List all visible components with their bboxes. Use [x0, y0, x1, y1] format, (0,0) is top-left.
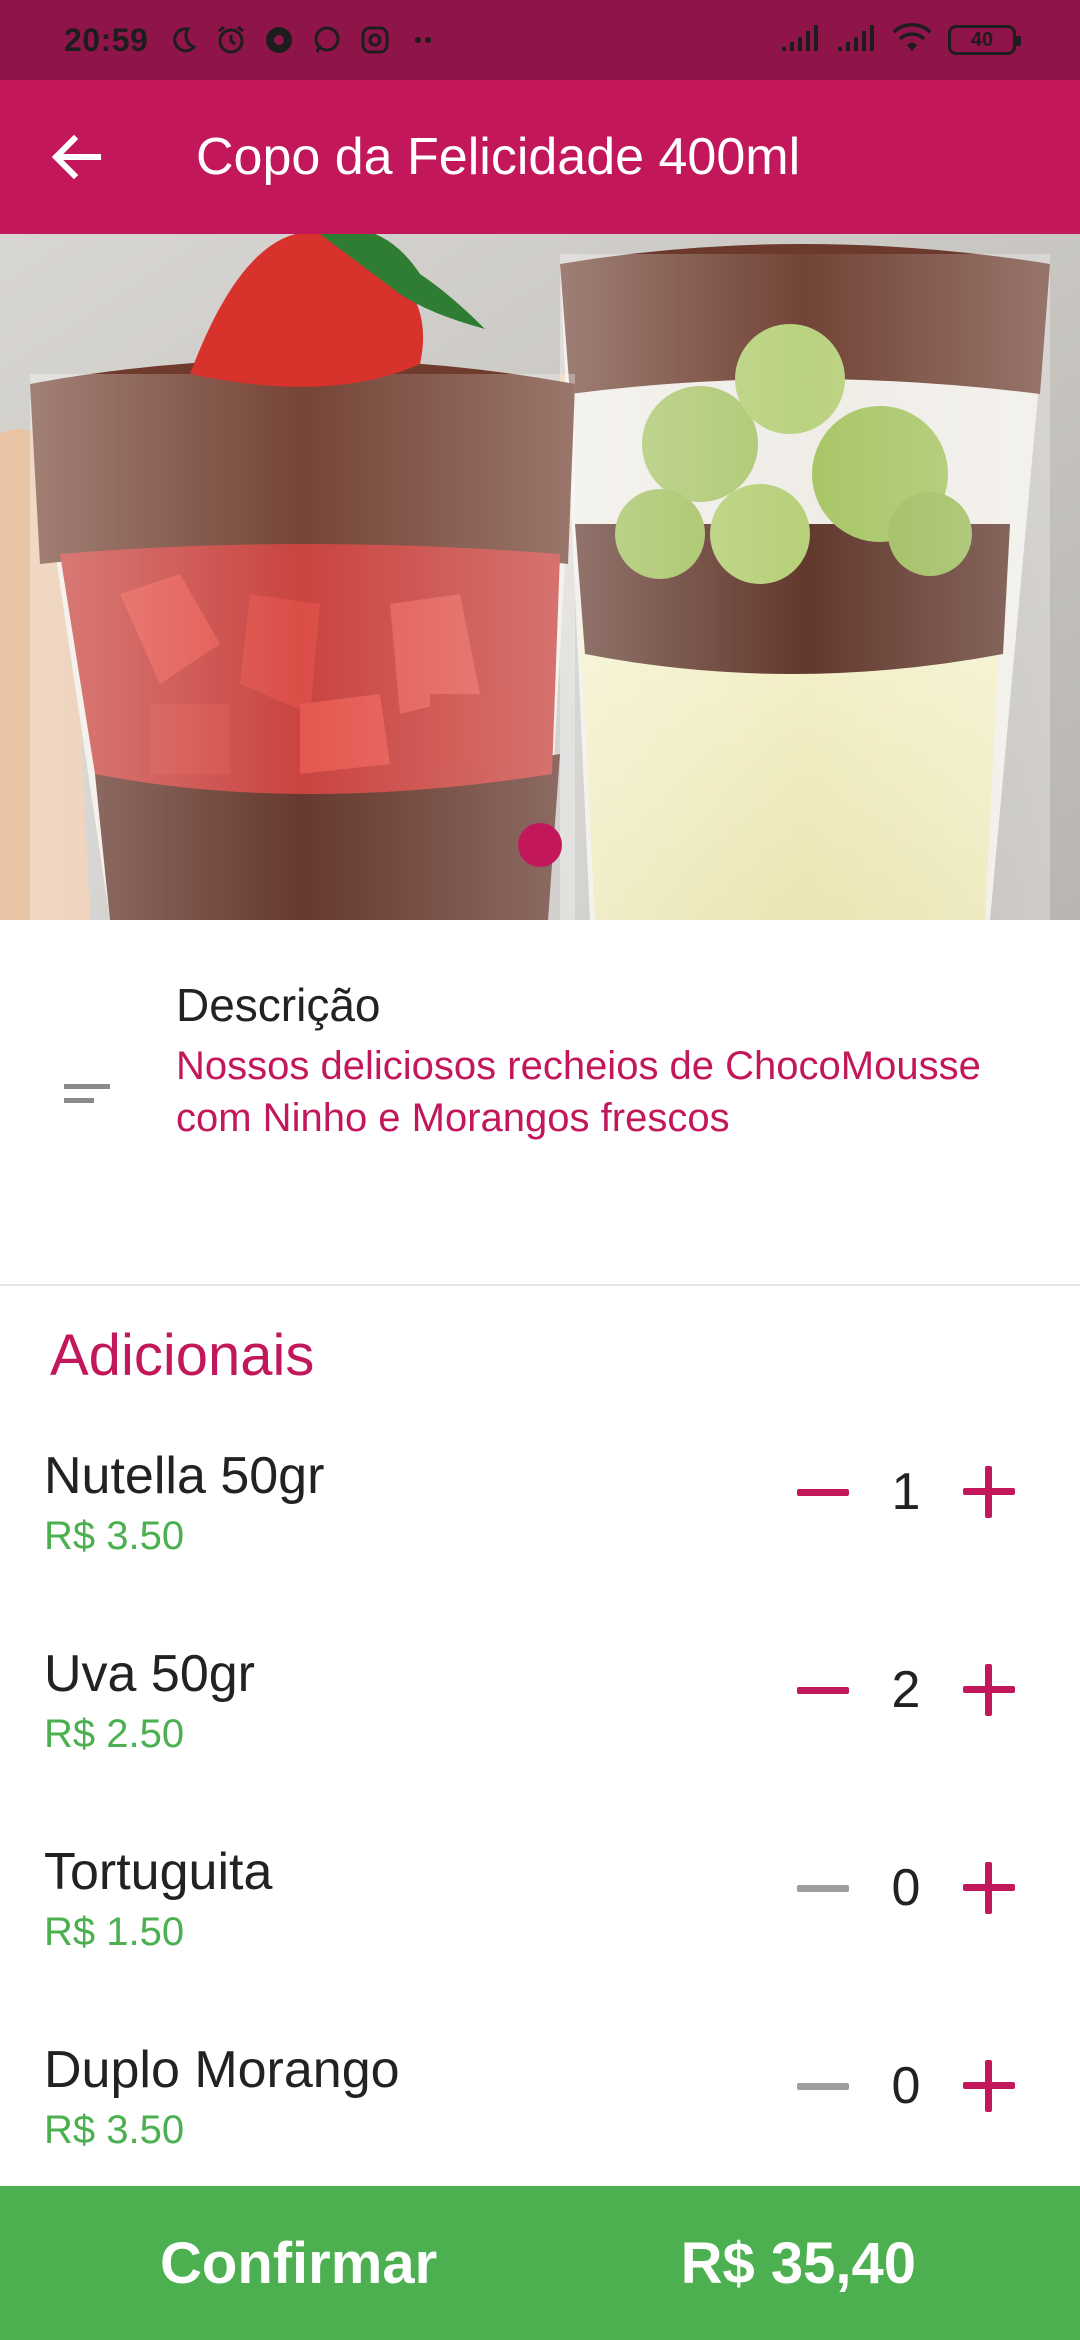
addon-name: Uva 50gr — [44, 1645, 255, 1703]
product-image[interactable] — [0, 234, 1080, 920]
page-title: Copo da Felicidade 400ml — [196, 128, 801, 186]
moon-icon — [166, 23, 200, 57]
addon-price: R$ 3.50 — [44, 2108, 185, 2152]
quantity-value: 1 — [891, 1463, 921, 1521]
quantity-stepper: 0 — [788, 2052, 1024, 2120]
confirm-label: Confirmar — [160, 2230, 438, 2296]
addon-price: R$ 1.50 — [44, 1910, 185, 1954]
description-section: Descrição Nossos deliciosos recheios de … — [0, 920, 1080, 1286]
decrement-button[interactable] — [788, 1853, 858, 1923]
increment-button[interactable] — [954, 2051, 1024, 2121]
quantity-value: 2 — [891, 1661, 921, 1719]
whatsapp-icon — [310, 23, 344, 57]
arrow-left-icon — [51, 134, 101, 180]
quantity-value: 0 — [891, 2057, 921, 2115]
decrement-button[interactable] — [788, 1655, 858, 1725]
order-total: R$ 35,40 — [680, 2230, 916, 2296]
additionals-list: Nutella 50gr R$ 3.50 1 Uva 50gr R$ 2.50 … — [0, 1428, 1080, 2220]
system-icons: 40 — [780, 22, 1021, 58]
addon-price: R$ 2.50 — [44, 1712, 185, 1756]
increment-button[interactable] — [954, 1853, 1024, 1923]
quantity-stepper: 0 — [788, 1854, 1024, 1922]
addon-name: Duplo Morango — [44, 2041, 400, 2099]
increment-button[interactable] — [954, 1655, 1024, 1725]
alarm-icon — [214, 23, 248, 57]
description-label: Descrição — [176, 979, 381, 1031]
quantity-stepper: 1 — [788, 1458, 1024, 1526]
minus-icon — [797, 1884, 849, 1892]
minus-icon — [797, 1488, 849, 1496]
wifi-icon — [892, 22, 932, 58]
quantity-stepper: 2 — [788, 1656, 1024, 1724]
signal-icon — [836, 23, 876, 58]
list-item: Nutella 50gr R$ 3.50 1 — [0, 1428, 1080, 1626]
status-bar: 20:59 40 — [0, 0, 1080, 80]
carousel-indicator — [518, 823, 562, 867]
decrement-button[interactable] — [788, 2051, 858, 2121]
addon-name: Nutella 50gr — [44, 1447, 325, 1505]
additionals-title: Adicionais — [50, 1323, 315, 1388]
addon-price: R$ 3.50 — [44, 1514, 185, 1558]
more-dots-icon — [406, 23, 440, 57]
decrement-button[interactable] — [788, 1457, 858, 1527]
app-bar: Copo da Felicidade 400ml — [0, 80, 1080, 234]
addon-name: Tortuguita — [44, 1843, 273, 1901]
minus-icon — [797, 2082, 849, 2090]
back-button[interactable] — [36, 117, 116, 197]
description-text: Nossos deliciosos recheios de ChocoMouss… — [176, 1044, 981, 1140]
short-text-icon — [64, 1084, 110, 1103]
list-item: Tortuguita R$ 1.50 0 — [0, 1824, 1080, 2022]
status-time: 20:59 — [64, 21, 149, 58]
quantity-value: 0 — [891, 1859, 921, 1917]
notification-icons — [166, 23, 440, 57]
increment-button[interactable] — [954, 1457, 1024, 1527]
list-item: Uva 50gr R$ 2.50 2 — [0, 1626, 1080, 1824]
signal-icon — [780, 23, 820, 58]
confirm-button[interactable]: Confirmar R$ 35,40 — [0, 2186, 1080, 2340]
chrome-icon — [262, 23, 296, 57]
battery-icon: 40 — [948, 25, 1021, 55]
minus-icon — [797, 1686, 849, 1694]
instagram-icon — [358, 23, 392, 57]
